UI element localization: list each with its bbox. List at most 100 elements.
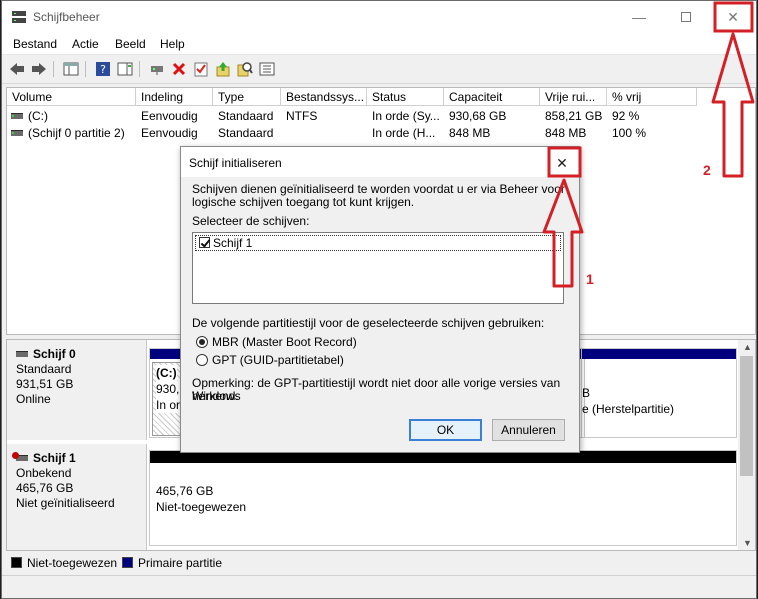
- mbr-label: MBR (Master Boot Record): [212, 335, 357, 349]
- import-button[interactable]: [214, 60, 232, 78]
- maximize-button[interactable]: [663, 1, 709, 33]
- forward-button[interactable]: [30, 60, 48, 78]
- svg-text:?: ?: [100, 63, 106, 76]
- partition-status: Niet-toegewezen: [156, 500, 247, 514]
- menu-bestand[interactable]: Bestand: [13, 37, 57, 51]
- percent-free-cell: 92 %: [612, 109, 640, 123]
- console-tree-button[interactable]: [62, 60, 80, 78]
- search-icon: [237, 62, 253, 77]
- disk-0-label[interactable]: Schijf 0 Standaard 931,51 GB Online: [7, 340, 147, 440]
- disk-size: 465,76 GB: [16, 481, 74, 495]
- col-indeling[interactable]: Indeling: [136, 88, 213, 106]
- delete-button[interactable]: [170, 60, 188, 78]
- back-button[interactable]: [8, 60, 26, 78]
- connect-icon: [151, 66, 163, 75]
- mbr-radio[interactable]: [196, 336, 208, 348]
- back-arrow-icon: [10, 63, 24, 75]
- toolbar: ?: [2, 56, 756, 84]
- mbr-radio-option[interactable]: MBR (Master Boot Record): [196, 335, 357, 349]
- col-volume[interactable]: Volume: [7, 88, 136, 106]
- toolbar-separator: [53, 61, 54, 77]
- disk-item-label: Schijf 1: [213, 236, 253, 250]
- scroll-up-icon[interactable]: ▲: [743, 342, 752, 352]
- dialog-title-bar: Schijf initialiseren ✕: [181, 147, 579, 177]
- partition-style-label: De volgende partitiestijl voor de gesele…: [192, 316, 545, 330]
- type-cell: Standaard: [218, 126, 274, 140]
- menu-actie[interactable]: Actie: [72, 37, 99, 51]
- dialog-close-button[interactable]: ✕: [551, 153, 573, 173]
- partition-size: 465,76 GB: [156, 484, 214, 498]
- col-type[interactable]: Type: [213, 88, 281, 106]
- volume-cell: (C:): [11, 109, 48, 123]
- vertical-scrollbar[interactable]: ▲ ▼: [738, 340, 755, 550]
- properties-button[interactable]: [192, 60, 210, 78]
- disk-type: Onbekend: [16, 466, 72, 480]
- gpt-radio[interactable]: [196, 354, 208, 366]
- select-disks-label: Selecteer de schijven:: [192, 214, 310, 228]
- menu-beeld[interactable]: Beeld: [115, 37, 146, 51]
- scroll-down-icon[interactable]: ▼: [743, 538, 752, 548]
- status-bar: [2, 575, 756, 598]
- disk-error-icon: [12, 452, 28, 461]
- window-close-button[interactable]: ✕: [710, 1, 756, 33]
- partition-status: e (Herstelpartitie): [582, 402, 675, 416]
- volume-cell: (Schijf 0 partitie 2): [11, 126, 125, 140]
- indeling-cell: Eenvoudig: [141, 109, 198, 123]
- disk-type: Standaard: [16, 362, 72, 376]
- toolbar-separator: [85, 61, 86, 77]
- table-row[interactable]: (C:) Eenvoudig Standaard NTFS In orde (S…: [7, 107, 697, 125]
- close-icon: ✕: [556, 154, 568, 171]
- disk-listbox[interactable]: Schijf 1: [192, 232, 564, 304]
- close-icon: ✕: [727, 8, 739, 25]
- volume-table-header: Volume Indeling Type Bestandssys... Stat…: [7, 88, 697, 106]
- dialog-intro-line2: logische schijven toegang tot kunt krijg…: [192, 195, 415, 209]
- initialize-disk-dialog: Schijf initialiseren ✕ Schijven dienen g…: [180, 146, 580, 453]
- dialog-note-line2: herkend.: [192, 389, 239, 403]
- drive-icon: [11, 130, 23, 136]
- col-percent-vrij[interactable]: % vrij: [607, 88, 697, 106]
- disk-checkbox[interactable]: [199, 237, 210, 248]
- menu-help[interactable]: Help: [160, 37, 185, 51]
- annotation-number-2: 2: [703, 162, 711, 178]
- list-item[interactable]: Schijf 1: [195, 235, 561, 251]
- search-button[interactable]: [236, 60, 254, 78]
- disk-icon: [16, 351, 28, 357]
- legend-label: Niet-toegewezen: [27, 556, 118, 570]
- action-pane-icon: [117, 62, 133, 76]
- action-pane-button[interactable]: [116, 60, 134, 78]
- partition-recovery[interactable]: B e (Herstelpartitie): [581, 348, 737, 438]
- status-cell: In orde (Sy...: [372, 109, 440, 123]
- table-row[interactable]: (Schijf 0 partitie 2) Eenvoudig Standaar…: [7, 124, 697, 142]
- gpt-radio-option[interactable]: GPT (GUID-partitietabel): [196, 353, 344, 367]
- partition-label: (C:): [156, 365, 177, 381]
- legend-swatch-unallocated: [11, 557, 22, 568]
- gpt-label: GPT (GUID-partitietabel): [212, 353, 344, 367]
- col-vrije-ruimte[interactable]: Vrije rui...: [540, 88, 607, 106]
- list-view-button[interactable]: [258, 60, 276, 78]
- legend-label: Primaire partitie: [138, 556, 223, 570]
- help-icon: ?: [96, 62, 110, 76]
- scroll-thumb[interactable]: [740, 356, 753, 476]
- legend: Niet-toegewezen Primaire partitie: [6, 553, 756, 573]
- window-title: Schijfbeheer: [33, 10, 100, 24]
- partition-unallocated[interactable]: 465,76 GB Niet-toegewezen: [149, 450, 737, 546]
- minimize-button[interactable]: —: [616, 1, 662, 33]
- disk-1-label[interactable]: Schijf 1 Onbekend 465,76 GB Niet geïniti…: [7, 444, 147, 550]
- partition-size: B: [582, 386, 591, 400]
- maximize-icon: [681, 12, 691, 22]
- delete-icon: [172, 62, 186, 76]
- col-bestandssysteem[interactable]: Bestandssys...: [281, 88, 367, 106]
- ok-button[interactable]: OK: [409, 419, 482, 441]
- col-capaciteit[interactable]: Capaciteit: [444, 88, 540, 106]
- col-status[interactable]: Status: [367, 88, 444, 106]
- percent-free-cell: 100 %: [612, 126, 647, 140]
- list-icon: [259, 62, 275, 76]
- cancel-button[interactable]: Annuleren: [492, 419, 565, 441]
- toolbar-separator: [139, 61, 140, 77]
- free-space-cell: 858,21 GB: [545, 109, 603, 123]
- help-button[interactable]: ?: [94, 60, 112, 78]
- properties-icon: [194, 62, 208, 77]
- annotation-number-1: 1: [586, 271, 594, 287]
- connect-button[interactable]: [148, 60, 166, 78]
- forward-arrow-icon: [32, 63, 46, 75]
